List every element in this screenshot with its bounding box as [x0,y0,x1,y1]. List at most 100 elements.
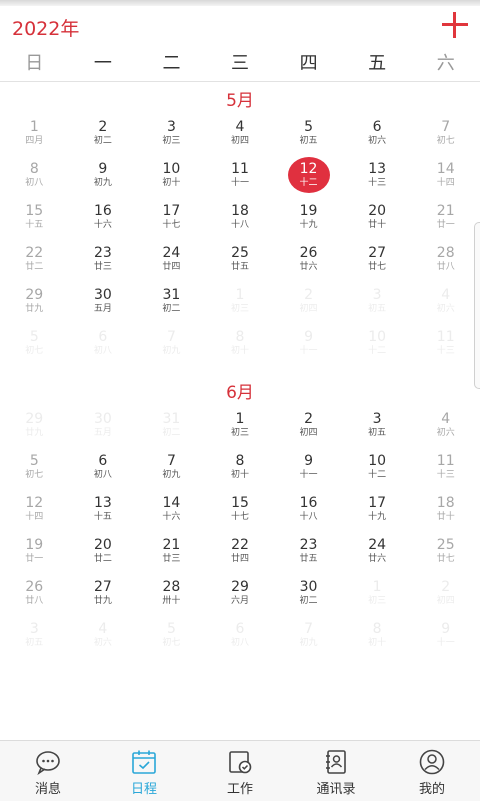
calendar-day[interactable]: 8 初八 [0,158,69,200]
calendar-header: 2022年 [0,6,480,50]
calendar-day[interactable]: 21 廿三 [137,534,206,576]
calendar-day[interactable]: 19 十九 [274,200,343,242]
calendar-day[interactable]: 13 十五 [69,492,138,534]
calendar-day[interactable]: 1 初三 [343,576,412,618]
calendar-day[interactable]: 2 初四 [411,576,480,618]
calendar-day[interactable]: 26 廿六 [274,242,343,284]
calendar-day[interactable]: 1 初三 [206,408,275,450]
calendar-day[interactable]: 17 十七 [137,200,206,242]
calendar-day[interactable]: 29 廿九 [0,408,69,450]
calendar-day[interactable]: 29 六月 [206,576,275,618]
calendar-day[interactable]: 21 廿一 [411,200,480,242]
calendar-day[interactable]: 16 十六 [69,200,138,242]
calendar-day[interactable]: 6 初八 [206,618,275,660]
calendar-day[interactable]: 11 十三 [411,450,480,492]
calendar-day[interactable]: 22 廿二 [0,242,69,284]
tab-work[interactable]: 工作 [192,741,288,801]
calendar-day[interactable]: 9 初九 [69,158,138,200]
calendar-day[interactable]: 24 廿六 [343,534,412,576]
calendar-day[interactable]: 6 初八 [69,450,138,492]
calendar-day-today[interactable]: 12 十二 [274,157,343,200]
calendar-day[interactable]: 14 十四 [411,158,480,200]
calendar-day[interactable]: 7 初九 [274,618,343,660]
lunar-date: 初九 [162,346,181,356]
tab-schedule[interactable]: 日程 [96,741,192,801]
calendar-day[interactable]: 5 初七 [137,618,206,660]
calendar-day[interactable]: 25 廿五 [206,242,275,284]
calendar-day[interactable]: 9 十一 [274,450,343,492]
calendar-day[interactable]: 10 初十 [137,158,206,200]
calendar-day[interactable]: 24 廿四 [137,242,206,284]
calendar-day[interactable]: 20 廿二 [69,534,138,576]
calendar-day[interactable]: 2 初四 [274,408,343,450]
calendar-day[interactable]: 19 廿一 [0,534,69,576]
calendar-day[interactable]: 1 初三 [206,284,275,326]
calendar-day[interactable]: 3 初五 [343,284,412,326]
calendar-day[interactable]: 4 初六 [411,284,480,326]
calendar-day[interactable]: 5 初七 [0,450,69,492]
day-number: 2 [98,119,108,135]
calendar-day[interactable]: 30 五月 [69,284,138,326]
add-event-button[interactable] [440,10,470,40]
calendar-day[interactable]: 4 初六 [411,408,480,450]
tab-me[interactable]: 我的 [384,741,480,801]
calendar-day[interactable]: 10 十二 [343,326,412,368]
calendar-day[interactable]: 5 初七 [0,326,69,368]
calendar-day[interactable]: 9 十一 [274,326,343,368]
calendar-day[interactable]: 28 卅十 [137,576,206,618]
side-scroll-handle[interactable] [474,222,480,389]
calendar-day[interactable]: 31 初二 [137,408,206,450]
calendar-day[interactable]: 7 初九 [137,326,206,368]
calendar-day[interactable]: 20 廿十 [343,200,412,242]
lunar-date: 初四 [436,596,455,606]
calendar-day[interactable]: 11 十三 [411,326,480,368]
calendar-day[interactable]: 28 廿八 [411,242,480,284]
calendar-day[interactable]: 18 十八 [206,200,275,242]
calendar-day[interactable]: 27 廿七 [343,242,412,284]
calendar-day[interactable]: 17 十九 [343,492,412,534]
calendar-day[interactable]: 8 初十 [206,326,275,368]
calendar-day[interactable]: 30 五月 [69,408,138,450]
lunar-date: 初二 [162,428,181,438]
calendar-day[interactable]: 3 初三 [137,116,206,158]
calendar-day[interactable]: 11 十一 [206,158,275,200]
calendar-day[interactable]: 30 初二 [274,576,343,618]
year-title[interactable]: 2022年 [12,14,79,41]
calendar-day[interactable]: 27 廿九 [69,576,138,618]
calendar-day[interactable]: 31 初二 [137,284,206,326]
calendar-day[interactable]: 7 初七 [411,116,480,158]
tab-messages[interactable]: 消息 [0,741,96,801]
calendar-day[interactable]: 29 廿九 [0,284,69,326]
calendar-day[interactable]: 4 初六 [69,618,138,660]
calendar-day[interactable]: 2 初四 [274,284,343,326]
calendar-day[interactable]: 13 十三 [343,158,412,200]
calendar-day[interactable]: 15 十五 [0,200,69,242]
calendar-day[interactable]: 25 廿七 [411,534,480,576]
calendar-day[interactable]: 12 十四 [0,492,69,534]
calendar-day[interactable]: 18 廿十 [411,492,480,534]
calendar-day[interactable]: 1 四月 [0,116,69,158]
calendar-day[interactable]: 3 初五 [343,408,412,450]
calendar-day[interactable]: 8 初十 [343,618,412,660]
lunar-date: 廿七 [368,262,387,272]
calendar-day[interactable]: 2 初二 [69,116,138,158]
calendar-day[interactable]: 6 初六 [343,116,412,158]
lunar-date: 初十 [368,638,387,648]
calendar-day[interactable]: 23 廿五 [274,534,343,576]
calendar-day[interactable]: 15 十七 [206,492,275,534]
calendar-day[interactable]: 8 初十 [206,450,275,492]
tab-contacts[interactable]: 通讯录 [288,741,384,801]
calendar-day[interactable]: 22 廿四 [206,534,275,576]
calendar-day[interactable]: 23 廿三 [69,242,138,284]
lunar-date: 廿二 [93,554,112,564]
calendar-day[interactable]: 5 初五 [274,116,343,158]
calendar-day[interactable]: 4 初四 [206,116,275,158]
calendar-day[interactable]: 26 廿八 [0,576,69,618]
calendar-day[interactable]: 9 十一 [411,618,480,660]
calendar-day[interactable]: 6 初八 [69,326,138,368]
calendar-day[interactable]: 10 十二 [343,450,412,492]
calendar-day[interactable]: 16 十八 [274,492,343,534]
calendar-day[interactable]: 14 十六 [137,492,206,534]
calendar-day[interactable]: 3 初五 [0,618,69,660]
calendar-day[interactable]: 7 初九 [137,450,206,492]
